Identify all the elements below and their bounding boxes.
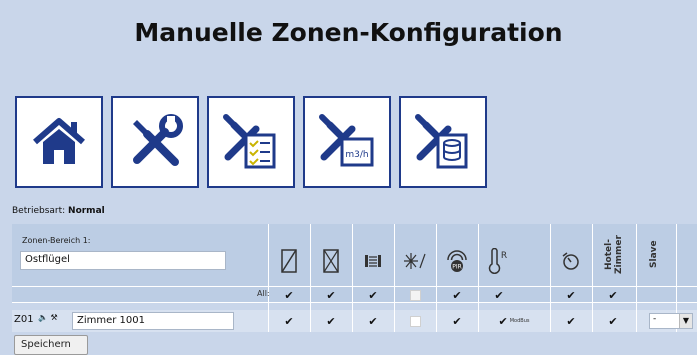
settings-button[interactable] [111,96,199,188]
zone-table: Zonen-Bereich 1: Ostflügel PIR R Hotel-Z… [12,224,697,349]
pir-label: PIR [452,264,462,271]
col-frost [395,244,435,278]
operating-mode: Betriebsart: Normal [12,206,105,216]
row-check-pir[interactable]: ✔ [437,313,477,329]
col-timer [551,244,591,278]
speaker-icon[interactable]: 🔈 [38,313,48,322]
tools-checklist-icon [223,114,276,169]
window-closed-icon [323,249,339,273]
svg-text:m3/h: m3/h [345,150,368,160]
row-check-window-closed[interactable]: ✔ [311,313,351,329]
all-check-window-open[interactable]: ✔ [269,287,309,303]
row-check-blind[interactable]: ✔ [353,313,393,329]
all-check-thermometer[interactable]: ✔ [479,287,519,303]
airflow-config-button[interactable]: m3/h [303,96,391,188]
col-blind [353,244,393,278]
row-check-frost[interactable] [395,313,435,329]
slave-header: Slave [649,240,659,268]
all-check-frost[interactable] [395,287,435,303]
col-pir: PIR [437,244,477,278]
tools-icon [133,114,183,166]
tool-icon[interactable]: ⚒ [51,313,58,322]
row-icons: 🔈 ⚒ [38,313,58,322]
zone-area-label: Zonen-Bereich 1: [22,236,91,245]
row-check-thermometer[interactable]: ✔ ModBus [479,313,549,329]
all-check-timer[interactable]: ✔ [551,287,591,303]
hotel-room-header: Hotel-Zimmer [604,235,624,275]
zone-area-input[interactable]: Ostflügel [20,251,226,270]
all-row-label: All: [257,289,270,298]
all-check-pir[interactable]: ✔ [437,287,477,303]
database-config-button[interactable] [399,96,487,188]
slave-value: - [653,314,657,324]
tools-database-icon [415,114,468,169]
col-window-open [269,244,309,278]
slave-select[interactable]: - ▼ [649,313,693,329]
col-window-closed [311,244,351,278]
all-check-blind[interactable]: ✔ [353,287,393,303]
all-check-hotel-room[interactable]: ✔ [593,287,633,303]
pir-sensor-icon: PIR [447,250,467,272]
all-check-window-closed[interactable]: ✔ [311,287,351,303]
zone-id: Z01 [14,314,34,325]
window-open-icon [281,249,297,273]
checklist-config-button[interactable] [207,96,295,188]
col-thermometer: R [479,244,519,278]
row-check-window-open[interactable]: ✔ [269,313,309,329]
modbus-label: ModBus [509,318,530,324]
home-icon [33,118,85,164]
room-name-input[interactable]: Zimmer 1001 [72,312,234,330]
row-check-timer[interactable]: ✔ [551,313,591,329]
timer-icon [562,252,579,270]
home-button[interactable] [15,96,103,188]
thermometer-icon: R [488,248,507,274]
thermometer-label: R [501,251,507,261]
operating-mode-label: Betriebsart: [12,206,66,216]
row-check-hotel-room[interactable]: ✔ [593,313,633,329]
page-title: Manuelle Zonen-Konfiguration [134,18,563,47]
chevron-down-icon[interactable]: ▼ [679,314,692,328]
frost-icon [404,253,426,269]
save-button[interactable]: Speichern [14,335,88,355]
tools-airflow-icon: m3/h [319,114,374,167]
blind-icon [365,255,381,267]
operating-mode-value: Normal [68,206,105,216]
